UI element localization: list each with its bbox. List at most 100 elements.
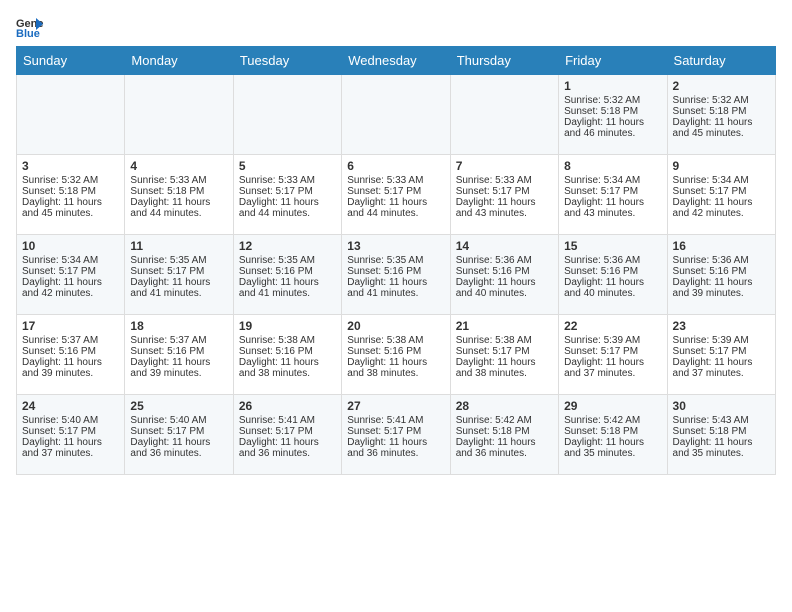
day-info: Daylight: 11 hours [673, 357, 770, 368]
day-number: 14 [456, 239, 553, 253]
day-number: 5 [239, 159, 336, 173]
calendar-cell: 15Sunrise: 5:36 AMSunset: 5:16 PMDayligh… [559, 235, 667, 315]
day-info: and 36 minutes. [347, 448, 444, 459]
day-info: Sunset: 5:18 PM [456, 426, 553, 437]
day-info: Sunset: 5:17 PM [239, 426, 336, 437]
day-info: Sunset: 5:17 PM [673, 186, 770, 197]
day-info: and 45 minutes. [22, 208, 119, 219]
day-info: Daylight: 11 hours [22, 437, 119, 448]
day-info: and 40 minutes. [564, 288, 661, 299]
day-info: Sunset: 5:17 PM [456, 346, 553, 357]
day-info: Sunrise: 5:36 AM [456, 255, 553, 266]
header: General Blue [16, 16, 776, 38]
day-info: Sunrise: 5:32 AM [22, 175, 119, 186]
calendar-cell [17, 75, 125, 155]
day-info: and 44 minutes. [347, 208, 444, 219]
day-info: Sunset: 5:17 PM [673, 346, 770, 357]
day-info: Daylight: 11 hours [130, 357, 227, 368]
day-info: Daylight: 11 hours [673, 437, 770, 448]
calendar-cell: 28Sunrise: 5:42 AMSunset: 5:18 PMDayligh… [450, 395, 558, 475]
day-info: Daylight: 11 hours [239, 277, 336, 288]
day-info: Sunrise: 5:37 AM [130, 335, 227, 346]
day-number: 8 [564, 159, 661, 173]
calendar-cell: 11Sunrise: 5:35 AMSunset: 5:17 PMDayligh… [125, 235, 233, 315]
day-info: Sunset: 5:16 PM [22, 346, 119, 357]
week-row-2: 10Sunrise: 5:34 AMSunset: 5:17 PMDayligh… [17, 235, 776, 315]
day-info: and 35 minutes. [564, 448, 661, 459]
day-info: Sunrise: 5:39 AM [673, 335, 770, 346]
day-info: Sunset: 5:18 PM [130, 186, 227, 197]
day-info: and 41 minutes. [130, 288, 227, 299]
day-info: Daylight: 11 hours [239, 437, 336, 448]
logo: General Blue [16, 16, 46, 38]
day-info: Daylight: 11 hours [564, 117, 661, 128]
calendar-cell: 29Sunrise: 5:42 AMSunset: 5:18 PMDayligh… [559, 395, 667, 475]
calendar-cell: 26Sunrise: 5:41 AMSunset: 5:17 PMDayligh… [233, 395, 341, 475]
day-number: 24 [22, 399, 119, 413]
calendar-cell: 9Sunrise: 5:34 AMSunset: 5:17 PMDaylight… [667, 155, 775, 235]
calendar-cell: 14Sunrise: 5:36 AMSunset: 5:16 PMDayligh… [450, 235, 558, 315]
week-row-1: 3Sunrise: 5:32 AMSunset: 5:18 PMDaylight… [17, 155, 776, 235]
day-number: 23 [673, 319, 770, 333]
day-number: 4 [130, 159, 227, 173]
day-info: Sunset: 5:17 PM [130, 266, 227, 277]
calendar-cell: 18Sunrise: 5:37 AMSunset: 5:16 PMDayligh… [125, 315, 233, 395]
day-number: 19 [239, 319, 336, 333]
day-info: Sunrise: 5:32 AM [673, 95, 770, 106]
day-info: Daylight: 11 hours [22, 277, 119, 288]
day-info: and 43 minutes. [564, 208, 661, 219]
day-info: Sunrise: 5:33 AM [456, 175, 553, 186]
week-row-0: 1Sunrise: 5:32 AMSunset: 5:18 PMDaylight… [17, 75, 776, 155]
calendar-cell [450, 75, 558, 155]
day-info: Sunset: 5:18 PM [673, 106, 770, 117]
day-info: Daylight: 11 hours [564, 277, 661, 288]
day-info: and 43 minutes. [456, 208, 553, 219]
weekday-header-wednesday: Wednesday [342, 47, 450, 75]
day-info: Sunrise: 5:43 AM [673, 415, 770, 426]
day-info: Daylight: 11 hours [22, 197, 119, 208]
day-info: and 37 minutes. [673, 368, 770, 379]
calendar-header: SundayMondayTuesdayWednesdayThursdayFrid… [17, 47, 776, 75]
day-info: Sunrise: 5:35 AM [130, 255, 227, 266]
day-info: and 42 minutes. [673, 208, 770, 219]
day-number: 25 [130, 399, 227, 413]
day-info: and 36 minutes. [456, 448, 553, 459]
day-number: 18 [130, 319, 227, 333]
day-info: Daylight: 11 hours [130, 277, 227, 288]
weekday-header-sunday: Sunday [17, 47, 125, 75]
day-info: and 38 minutes. [456, 368, 553, 379]
calendar-cell: 2Sunrise: 5:32 AMSunset: 5:18 PMDaylight… [667, 75, 775, 155]
day-info: Sunrise: 5:33 AM [239, 175, 336, 186]
day-info: and 39 minutes. [673, 288, 770, 299]
day-info: and 41 minutes. [347, 288, 444, 299]
day-info: Sunset: 5:17 PM [564, 346, 661, 357]
day-number: 3 [22, 159, 119, 173]
day-info: Sunrise: 5:33 AM [130, 175, 227, 186]
day-info: Sunset: 5:16 PM [239, 266, 336, 277]
calendar-table: SundayMondayTuesdayWednesdayThursdayFrid… [16, 46, 776, 475]
day-info: Sunset: 5:17 PM [22, 426, 119, 437]
day-number: 9 [673, 159, 770, 173]
day-info: Sunset: 5:16 PM [673, 266, 770, 277]
day-info: and 38 minutes. [239, 368, 336, 379]
calendar-cell: 25Sunrise: 5:40 AMSunset: 5:17 PMDayligh… [125, 395, 233, 475]
day-info: Sunrise: 5:34 AM [673, 175, 770, 186]
day-info: Sunrise: 5:42 AM [564, 415, 661, 426]
day-info: Daylight: 11 hours [347, 357, 444, 368]
day-info: and 46 minutes. [564, 128, 661, 139]
day-number: 16 [673, 239, 770, 253]
day-info: Sunrise: 5:41 AM [347, 415, 444, 426]
day-number: 30 [673, 399, 770, 413]
day-info: Daylight: 11 hours [564, 197, 661, 208]
day-info: and 37 minutes. [22, 448, 119, 459]
day-info: Daylight: 11 hours [456, 277, 553, 288]
day-info: and 45 minutes. [673, 128, 770, 139]
day-info: Sunset: 5:17 PM [239, 186, 336, 197]
day-info: Daylight: 11 hours [130, 197, 227, 208]
day-info: Daylight: 11 hours [456, 437, 553, 448]
day-number: 6 [347, 159, 444, 173]
day-number: 7 [456, 159, 553, 173]
day-info: Daylight: 11 hours [347, 277, 444, 288]
day-info: Sunset: 5:17 PM [22, 266, 119, 277]
day-info: Sunrise: 5:40 AM [130, 415, 227, 426]
